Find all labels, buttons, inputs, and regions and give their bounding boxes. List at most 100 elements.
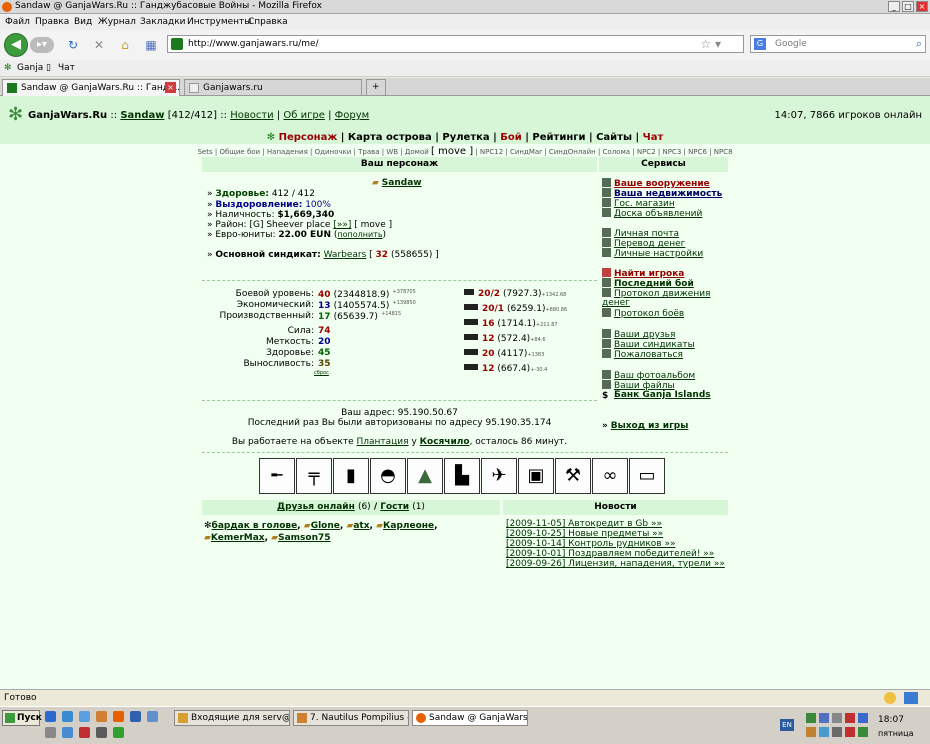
submenu-npc6[interactable]: NPC6: [688, 148, 707, 156]
clock-time[interactable]: 18:07: [878, 715, 904, 725]
quicklaunch-icon[interactable]: [79, 711, 90, 722]
submenu-sindmar[interactable]: СиндMar: [510, 148, 542, 156]
quicklaunch-icon[interactable]: [113, 727, 124, 738]
friend-link[interactable]: KemerMax: [211, 533, 265, 543]
menu-map[interactable]: Карта острова: [348, 132, 432, 143]
equipment-laptop-icon[interactable]: ▭: [629, 458, 665, 494]
quicklaunch-icon[interactable]: [96, 711, 107, 722]
quicklaunch-icon[interactable]: [45, 727, 56, 738]
service-board-link[interactable]: Доска объявлений: [614, 209, 702, 219]
equipment-pda-icon[interactable]: ▣: [518, 458, 554, 494]
equipment-tool-icon[interactable]: ⚒: [555, 458, 591, 494]
work-object-link[interactable]: Плантация: [357, 437, 409, 447]
submenu-npc8[interactable]: NPC8: [714, 148, 733, 156]
service-settings-link[interactable]: Личные настройки: [614, 249, 703, 259]
tray-icon[interactable]: [806, 727, 816, 737]
menu-help[interactable]: Справка: [248, 17, 288, 27]
menu-battle[interactable]: Бой: [500, 132, 522, 143]
menu-tools[interactable]: Инструменты: [187, 17, 251, 27]
menu-edit[interactable]: Правка: [35, 17, 69, 27]
submenu-single[interactable]: Одиночки: [315, 148, 352, 156]
stop-icon[interactable]: ✕: [92, 38, 106, 52]
friend-link[interactable]: Samson75: [278, 533, 330, 543]
search-icon[interactable]: ⌕: [916, 36, 922, 52]
work-owner-link[interactable]: Косячило: [420, 437, 470, 447]
tray-icon[interactable]: [845, 727, 855, 737]
menu-view[interactable]: Вид: [74, 17, 92, 27]
search-input[interactable]: G Google ⌕: [750, 35, 926, 53]
submenu-common[interactable]: Общие бои: [219, 148, 260, 156]
task-firefox[interactable]: Sandaw @ GanjaWars...: [412, 710, 528, 726]
friend-link[interactable]: бардак в голове: [212, 521, 298, 531]
quicklaunch-icon[interactable]: [62, 727, 73, 738]
submenu-wb[interactable]: WB: [386, 148, 398, 156]
friends-online-link[interactable]: Друзья онлайн: [277, 502, 355, 512]
guests-link[interactable]: Гости: [380, 502, 409, 512]
submenu-attacks[interactable]: Нападения: [267, 148, 308, 156]
equipment-phone-icon[interactable]: ▮: [333, 458, 369, 494]
tab-ganjawars-me[interactable]: Sandaw @ GanjaWars.Ru :: Гандж... ×: [2, 79, 180, 96]
equipment-helmet-icon[interactable]: ◓: [370, 458, 406, 494]
equipment-armor-icon[interactable]: ▲: [407, 458, 443, 494]
quicklaunch-firefox-icon[interactable]: [113, 711, 124, 722]
friend-link[interactable]: Glone: [311, 521, 340, 531]
close-window-button[interactable]: ×: [916, 1, 928, 12]
submenu-move[interactable]: [ move ]: [431, 146, 473, 157]
new-tab-button[interactable]: +: [366, 79, 386, 96]
tab-ganjawars[interactable]: Ganjawars.ru: [184, 79, 362, 96]
task-mail[interactable]: Входящие для serv@illr...: [174, 710, 290, 726]
logout-link[interactable]: Выход из игры: [611, 421, 689, 431]
region-link[interactable]: [»»]: [333, 220, 351, 230]
service-money-log-cont[interactable]: денег: [602, 298, 630, 308]
menu-chat[interactable]: Чат: [643, 132, 664, 143]
quicklaunch-icon[interactable]: [79, 727, 90, 738]
menu-history[interactable]: Журнал: [98, 17, 136, 27]
submenu-npc2[interactable]: NPC2: [637, 148, 656, 156]
menu-character[interactable]: Персонаж: [279, 132, 338, 143]
service-battle-log[interactable]: Протокол боёв: [602, 308, 684, 319]
start-button[interactable]: Пуск: [2, 710, 42, 726]
service-money-log-link[interactable]: денег: [602, 298, 630, 308]
google-icon[interactable]: G: [754, 38, 766, 50]
eun-topup-link[interactable]: пополнить: [337, 230, 382, 239]
maximize-button[interactable]: □: [902, 1, 914, 12]
news-item[interactable]: [2009-10-01] Поздравляем победителей! »»: [506, 549, 714, 559]
reload-icon[interactable]: ↻: [66, 38, 80, 52]
friend-link[interactable]: atx: [353, 521, 369, 531]
bookmark-ganja[interactable]: Ganja: [17, 63, 43, 73]
service-logout[interactable]: » Выход из игры: [602, 421, 688, 431]
about-link[interactable]: Об игре: [283, 110, 324, 121]
equipment-boots-icon[interactable]: ▙: [444, 458, 480, 494]
menu-roulette[interactable]: Рулетка: [442, 132, 489, 143]
news-item[interactable]: [2009-11-05] Автокредит в Gb »»: [506, 519, 662, 529]
quicklaunch-icon[interactable]: [96, 727, 107, 738]
close-tab-icon[interactable]: ×: [165, 82, 176, 93]
back-button[interactable]: ◀: [4, 33, 28, 57]
equipment-helicopter-icon[interactable]: ✈: [481, 458, 517, 494]
tray-icon[interactable]: [832, 713, 842, 723]
home-icon[interactable]: ⌂: [118, 38, 132, 52]
equipment-binoculars-icon[interactable]: ∞: [592, 458, 628, 494]
news-link[interactable]: Новости: [230, 110, 273, 121]
menu-sites[interactable]: Сайты: [596, 132, 632, 143]
tray-icon[interactable]: [845, 713, 855, 723]
task-player[interactable]: 7. Nautilus Pompilius - Пр...: [293, 710, 409, 726]
service-settings[interactable]: Личные настройки: [602, 248, 703, 259]
menu-bookmarks[interactable]: Закладки: [140, 17, 186, 27]
equipment-rifle-icon[interactable]: ╾: [259, 458, 295, 494]
forum-link[interactable]: Форум: [335, 110, 370, 121]
quicklaunch-icon[interactable]: [147, 711, 158, 722]
tray-icon[interactable]: [819, 727, 829, 737]
quicklaunch-icon[interactable]: [130, 711, 141, 722]
tray-icon[interactable]: [806, 713, 816, 723]
smiley-icon[interactable]: [884, 692, 896, 704]
submenu-sindonline[interactable]: СиндОнлайн: [549, 148, 596, 156]
bookmark-star-icon[interactable]: ☆ ▾: [700, 36, 721, 52]
character-name-link[interactable]: Sandaw: [382, 178, 422, 188]
minimize-button[interactable]: _: [888, 1, 900, 12]
tray-icon[interactable]: [858, 727, 868, 737]
service-bank[interactable]: $ Банк Ganja Islands: [602, 390, 711, 401]
bookmark-chat[interactable]: Чат: [58, 63, 75, 73]
news-item[interactable]: [2009-10-25] Новые предметы »»: [506, 529, 663, 539]
addons-icon[interactable]: ▦: [144, 38, 158, 52]
